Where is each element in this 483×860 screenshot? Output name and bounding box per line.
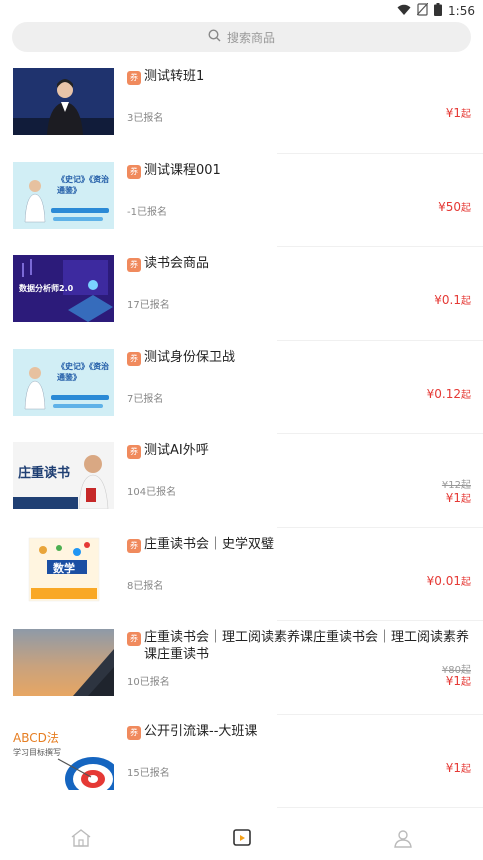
product-thumbnail: 庄重读书 xyxy=(13,442,114,509)
no-sim-icon xyxy=(416,2,429,19)
item-price: ¥1起 xyxy=(445,106,471,120)
original-price: ¥12起 xyxy=(441,480,471,491)
coupon-badge: 券 xyxy=(127,258,141,272)
product-thumbnail: 数学 xyxy=(13,535,114,603)
coupon-badge: 券 xyxy=(127,164,141,179)
thumbnail-caption: 庄重读书 xyxy=(18,466,71,481)
search-placeholder: 搜索商品 xyxy=(226,30,275,45)
item-price: ¥50起 xyxy=(438,199,471,214)
item-price: ¥0.12起 xyxy=(426,386,471,401)
thumbnail-caption: ABCD法 xyxy=(13,730,59,745)
list-item[interactable]: 庄重读书 券 测试AI外呼 104已报名 ¥12起 ¥1起 xyxy=(0,434,483,528)
item-title: 测试课程001 xyxy=(144,162,221,178)
search-input[interactable]: 搜索商品 xyxy=(12,22,471,52)
enroll-count: 3已报名 xyxy=(127,113,164,124)
thumbnail-caption: 数学 xyxy=(53,561,75,575)
item-title: 测试AI外呼 xyxy=(144,443,209,458)
enroll-count: 10已报名 xyxy=(127,677,170,688)
coupon-badge: 券 xyxy=(127,445,141,459)
list-item[interactable]: 数学 券 庄重读书会｜史学双璧 8已报名 ¥0.01起 xyxy=(0,528,483,621)
product-thumbnail: 《史记》《资治通鉴》 xyxy=(13,161,114,229)
coupon-badge: 券 xyxy=(127,632,141,646)
thumbnail-caption: 《史记》《资治通鉴》 xyxy=(57,361,109,382)
product-thumbnail xyxy=(13,68,114,135)
coupon-badge: 券 xyxy=(127,538,141,553)
item-title: 测试身份保卫战 xyxy=(144,349,236,365)
item-title: 测试转班1 xyxy=(144,69,205,84)
tab-course[interactable] xyxy=(161,820,322,860)
list-item[interactable]: 数据分析师2.0 券 读书会商品 17已报名 ¥0.1起 xyxy=(0,247,483,341)
profile-icon xyxy=(393,828,413,852)
status-time: 1:56 xyxy=(448,4,475,18)
wifi-icon xyxy=(397,4,411,19)
product-thumbnail xyxy=(13,629,114,696)
item-title: 公开引流课--大班课 xyxy=(144,723,258,739)
item-price: ¥0.01起 xyxy=(426,573,471,588)
product-thumbnail: 数据分析师2.0 xyxy=(13,255,114,322)
item-price: ¥1起 xyxy=(445,674,471,688)
list-item[interactable]: 券 测试转班1 3已报名 ¥1起 xyxy=(0,60,483,154)
item-price: ¥0.1起 xyxy=(434,293,471,307)
enroll-count: 8已报名 xyxy=(127,580,164,592)
course-icon xyxy=(232,828,252,852)
enroll-count: 17已报名 xyxy=(127,300,170,311)
battery-icon xyxy=(434,3,443,19)
home-icon xyxy=(70,828,92,852)
product-thumbnail: 《史记》《资治通鉴》 xyxy=(13,348,114,416)
tab-home[interactable] xyxy=(0,820,161,860)
enroll-count: -1已报名 xyxy=(127,206,167,218)
enroll-count: 104已报名 xyxy=(127,487,177,498)
bottom-tab-bar xyxy=(0,820,483,860)
enroll-count: 7已报名 xyxy=(127,393,164,405)
status-bar: 1:56 xyxy=(0,0,483,22)
coupon-badge: 券 xyxy=(127,725,141,740)
search-icon xyxy=(208,29,221,45)
enroll-count: 15已报名 xyxy=(127,767,170,779)
list-item[interactable]: 《史记》《资治通鉴》 券 测试课程001 -1已报名 ¥50起 xyxy=(0,154,483,247)
thumbnail-caption: 《史记》《资治通鉴》 xyxy=(57,174,109,195)
product-thumbnail: ABCD法 学习目标撰写 xyxy=(13,722,114,790)
list-item[interactable]: 《史记》《资治通鉴》 券 测试身份保卫战 7已报名 ¥0.12起 xyxy=(0,341,483,434)
product-list: 券 测试转班1 3已报名 ¥1起 《史记》《资治通鉴》 券 测试课程001 -1… xyxy=(0,60,483,808)
item-title: 读书会商品 xyxy=(144,256,210,271)
item-title: 庄重读书会｜理工阅读素养课庄重读书会｜理工阅读素养课庄重读书 xyxy=(144,630,470,662)
coupon-badge: 券 xyxy=(127,351,141,366)
item-price: ¥1起 xyxy=(445,491,471,505)
thumbnail-caption: 数据分析师2.0 xyxy=(19,284,74,293)
coupon-badge: 券 xyxy=(127,71,141,85)
thumbnail-subcaption: 学习目标撰写 xyxy=(13,747,61,757)
item-price: ¥1起 xyxy=(445,760,471,775)
list-item[interactable]: ABCD法 学习目标撰写 券 公开引流课--大班课 15已报名 ¥1起 xyxy=(0,715,483,808)
tab-profile[interactable] xyxy=(322,820,483,860)
list-item[interactable]: 券 庄重读书会｜理工阅读素养课庄重读书会｜理工阅读素养课庄重读书 10已报名 ¥… xyxy=(0,621,483,715)
item-title: 庄重读书会｜史学双璧 xyxy=(144,536,275,552)
divider xyxy=(277,807,483,808)
